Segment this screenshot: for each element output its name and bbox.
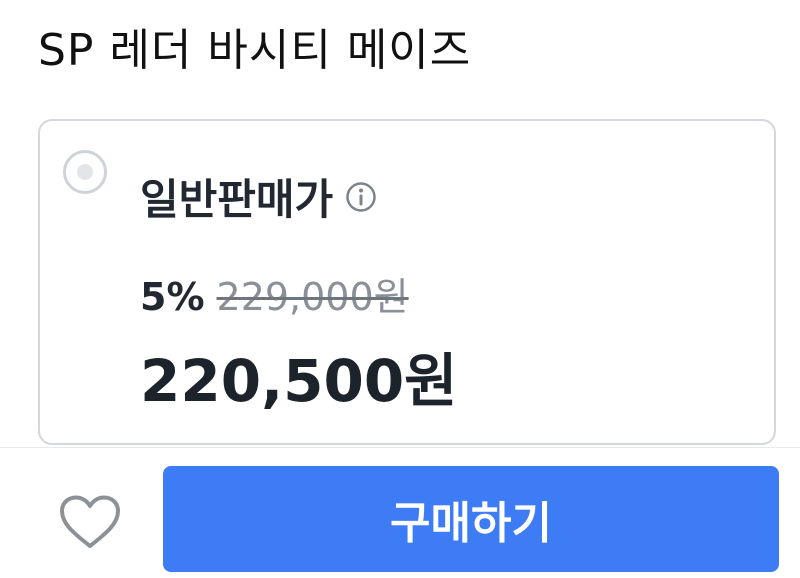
sale-price: 220,500원 — [140, 347, 458, 415]
product-title: SP 레더 바시티 메이즈 — [38, 25, 472, 76]
bottom-action-bar: 구매하기 — [0, 447, 800, 578]
radio-dot — [77, 164, 93, 180]
original-price: 229,000원 — [216, 275, 409, 319]
discount-row: 5% 229,000원 — [140, 266, 409, 321]
like-button[interactable] — [56, 492, 124, 552]
heart-icon — [60, 495, 120, 548]
option-radio[interactable] — [63, 150, 107, 194]
info-circle-icon[interactable] — [345, 181, 377, 213]
discount-rate: 5% — [140, 275, 205, 319]
option-header: 일반판매가 — [140, 166, 377, 227]
buy-button[interactable]: 구매하기 — [163, 466, 779, 572]
option-label: 일반판매가 — [140, 175, 334, 224]
price-option-card[interactable]: 일반판매가 5% 229,000원 220,500원 — [38, 119, 776, 445]
